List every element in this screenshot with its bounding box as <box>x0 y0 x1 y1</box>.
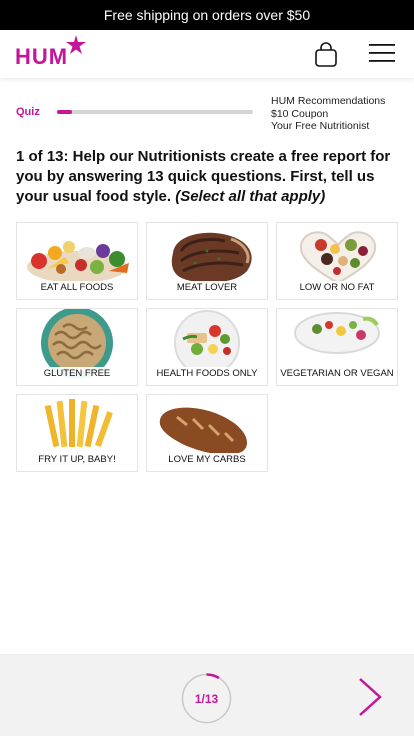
page-indicator: 1/13 <box>181 673 232 724</box>
option-label: EAT ALL FOODS <box>17 281 137 294</box>
promo-banner: Free shipping on orders over $50 <box>0 0 414 30</box>
quiz-footer: 1/13 <box>0 654 414 736</box>
option-label: GLUTEN FREE <box>17 367 137 380</box>
quiz-progress-bar <box>57 110 253 114</box>
reco-item-coupon: $10 Coupon <box>271 107 329 120</box>
food-style-options: EAT ALL FOODS MEAT LOVER LOW OR NO FAT G… <box>16 222 398 472</box>
option-fry-it-up[interactable]: FRY IT UP, BABY! <box>16 394 138 472</box>
quiz-label: Quiz <box>16 106 40 118</box>
option-label: LOW OR NO FAT <box>277 281 397 294</box>
option-health-foods-only[interactable]: HEALTH FOODS ONLY <box>146 308 268 386</box>
promo-text: Free shipping on orders over $50 <box>103 7 311 23</box>
quiz-progress-fill <box>57 110 73 114</box>
option-vegetarian-or-vegan[interactable]: VEGETARIAN OR VEGAN <box>276 308 398 386</box>
page-counter: 1/13 <box>194 691 219 706</box>
site-header: HUM <box>0 30 414 78</box>
hamburger-menu-icon[interactable] <box>369 42 395 64</box>
option-love-my-carbs[interactable]: LOVE MY CARBS <box>146 394 268 472</box>
star-icon <box>66 35 86 54</box>
option-gluten-free[interactable]: GLUTEN FREE <box>16 308 138 386</box>
next-button[interactable] <box>355 675 385 719</box>
option-label: VEGETARIAN OR VEGAN <box>277 367 397 380</box>
shopping-bag-icon[interactable] <box>314 42 338 68</box>
hum-logo[interactable]: HUM <box>15 35 86 70</box>
recommendations-list: HUM Recommendations $10 Coupon Your Free… <box>271 95 385 133</box>
question-hint: (Select all that apply) <box>175 188 326 205</box>
option-eat-all-foods[interactable]: EAT ALL FOODS <box>16 222 138 300</box>
option-low-or-no-fat[interactable]: LOW OR NO FAT <box>276 222 398 300</box>
option-label: MEAT LOVER <box>147 281 267 294</box>
question-text: 1 of 13: Help our Nutritionists create a… <box>16 147 400 207</box>
logo-text: HUM <box>15 44 69 69</box>
option-label: LOVE MY CARBS <box>147 453 267 466</box>
option-label: FRY IT UP, BABY! <box>17 453 137 466</box>
reco-item-nutritionist: Your Free Nutritionist <box>271 120 370 132</box>
option-meat-lover[interactable]: MEAT LOVER <box>146 222 268 300</box>
option-label: HEALTH FOODS ONLY <box>147 367 267 380</box>
reco-item-recommendations: HUM Recommendations <box>271 95 386 107</box>
